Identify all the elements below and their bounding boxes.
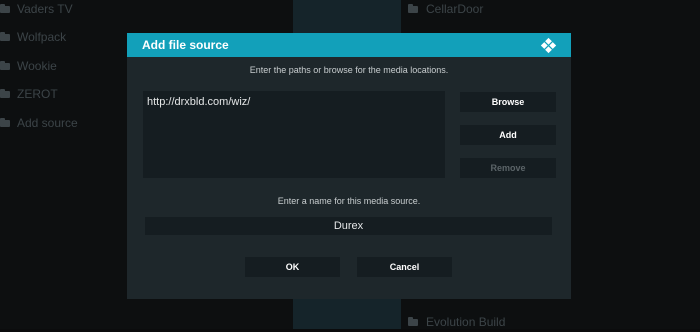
- bg-list-item-label: ZEROT: [17, 87, 58, 101]
- bg-list-item-label: Wolfpack: [17, 30, 67, 44]
- folder-icon: [0, 61, 10, 70]
- bg-list-item[interactable]: CellarDoor: [408, 0, 483, 19]
- remove-button[interactable]: Remove: [460, 158, 556, 178]
- add-button[interactable]: Add: [460, 125, 556, 145]
- dialog-header: Add file source: [127, 33, 571, 57]
- paths-list[interactable]: http://drxbld.com/wiz/: [143, 91, 445, 178]
- dialog-title: Add file source: [142, 38, 229, 52]
- bg-list-item[interactable]: Evolution Build: [408, 312, 505, 332]
- path-entry[interactable]: http://drxbld.com/wiz/: [147, 96, 250, 108]
- bg-list-item-label: Add source: [17, 116, 78, 130]
- folder-icon: [0, 4, 10, 13]
- folder-icon: [408, 317, 418, 326]
- add-file-source-dialog: Add file source Enter the paths or brows…: [127, 33, 571, 299]
- bg-list-item[interactable]: Wookie: [0, 56, 57, 76]
- source-name-field[interactable]: Durex: [145, 217, 552, 235]
- folder-icon: [0, 89, 10, 98]
- folder-icon: [408, 4, 418, 13]
- bg-list-item-label: Evolution Build: [426, 315, 506, 329]
- folder-icon: [0, 118, 10, 127]
- ok-button[interactable]: OK: [245, 257, 340, 277]
- bg-list-item[interactable]: ZEROT: [0, 84, 58, 104]
- bg-list-item-label: Wookie: [17, 59, 57, 73]
- cancel-button[interactable]: Cancel: [357, 257, 452, 277]
- bg-list-item-label: Vaders TV: [17, 2, 73, 16]
- bg-list-item-label: CellarDoor: [426, 2, 484, 16]
- name-instruction: Enter a name for this media source.: [277, 196, 421, 206]
- browse-button[interactable]: Browse: [460, 92, 556, 112]
- folder-icon: [0, 32, 10, 41]
- kodi-logo-icon: [540, 37, 557, 54]
- paths-instruction: Enter the paths or browse for the media …: [249, 65, 449, 75]
- bg-list-item[interactable]: Add source: [0, 113, 78, 133]
- bg-list-item[interactable]: Wolfpack: [0, 27, 66, 47]
- bg-list-item[interactable]: Vaders TV: [0, 0, 73, 19]
